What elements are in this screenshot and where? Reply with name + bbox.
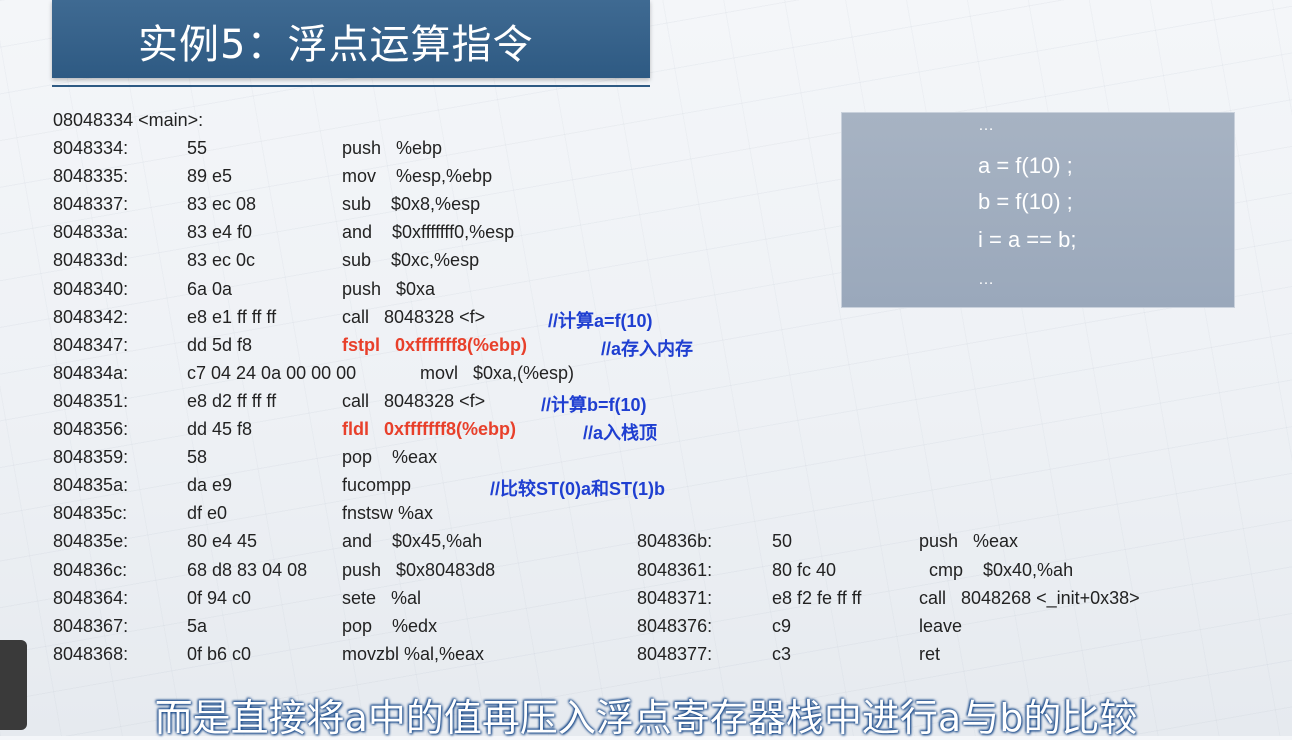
code-bytes: e8 d2 ff ff ff xyxy=(187,390,277,411)
code-address: 804835e: xyxy=(53,531,129,552)
code-bytes: 68 d8 83 04 08 xyxy=(187,559,308,580)
code-instruction: mov %esp,%ebp xyxy=(342,166,493,187)
code-bytes: dd 5d f8 xyxy=(187,334,253,355)
code-instruction: push $0xa xyxy=(342,278,436,299)
code-instruction: fstpl 0xfffffff8(%ebp) xyxy=(342,334,527,355)
code-instruction: ret xyxy=(919,643,941,664)
slide-title: 实例5：浮点运算指令 xyxy=(138,22,534,68)
code-address: 8048368: xyxy=(53,643,129,664)
code-bytes: 58 xyxy=(187,447,208,468)
code-bytes: 50 xyxy=(772,531,793,552)
code-bytes: c7 04 24 0a 00 00 00 xyxy=(187,362,357,383)
code-instruction: sub $0x8,%esp xyxy=(342,194,481,215)
code-address: 804835c: xyxy=(53,503,128,524)
c-source-box: … a = f(10) ; b = f(10) ; i = a == b; … xyxy=(841,112,1235,308)
code-address: 804833d: xyxy=(53,250,129,271)
code-instruction: call 8048328 <f> xyxy=(342,306,486,327)
code-instruction: fnstsw %ax xyxy=(342,503,434,524)
code-bytes: 80 e4 45 xyxy=(187,531,258,552)
code-bytes: 55 xyxy=(187,138,208,158)
code-instruction: sub $0xc,%esp xyxy=(342,250,480,271)
code-instruction: leave xyxy=(919,615,963,636)
ellipsis-line: … xyxy=(978,117,994,134)
code-bytes: c9 xyxy=(772,615,792,636)
code-address: 8048377: xyxy=(637,643,713,664)
code-instruction: push $0x80483d8 xyxy=(342,559,496,580)
code-address: 804835a: xyxy=(53,475,129,496)
code-address: 8048361: xyxy=(637,559,713,580)
code-address: 8048351: xyxy=(53,390,129,411)
source-line: i = a == b; xyxy=(978,227,1077,252)
code-bytes: 89 e5 xyxy=(187,166,233,187)
code-address: 8048364: xyxy=(53,587,129,608)
code-instruction: sete %al xyxy=(342,587,422,608)
code-address: 8048335: xyxy=(53,166,129,187)
code-instruction: pop %edx xyxy=(342,615,438,636)
code-address: 8048347: xyxy=(53,334,129,355)
video-subtitle: 而是直接将a中的值再压入浮点寄存器栈中进行a与b的比较 xyxy=(154,696,1138,740)
code-instruction: and $0xfffffff0,%esp xyxy=(342,222,515,243)
code-bytes: 0f b6 c0 xyxy=(187,643,252,664)
code-comment: //计算a=f(10) xyxy=(548,310,653,331)
title-bar: 实例5：浮点运算指令 xyxy=(52,0,650,78)
code-bytes: e8 e1 ff ff ff xyxy=(187,306,277,327)
code-instruction: push %ebp xyxy=(342,138,443,158)
code-address: 8048356: xyxy=(53,419,129,439)
code-instruction: fucompp xyxy=(342,475,412,496)
code-bytes: c3 xyxy=(772,643,792,664)
code-instruction: call 8048328 <f> xyxy=(342,390,486,411)
code-bytes: 83 ec 0c xyxy=(187,250,256,271)
code-instruction: fldl 0xfffffff8(%ebp) xyxy=(342,419,516,439)
code-address: 8048359: xyxy=(53,447,129,468)
code-address: 8048367: xyxy=(53,615,129,636)
code-comment: //计算b=f(10) xyxy=(541,394,647,415)
code-bytes: df e0 xyxy=(187,503,228,524)
code-comment: //a入栈顶 xyxy=(583,423,658,443)
code-instruction: pop %eax xyxy=(342,447,438,468)
code-instruction: and $0x45,%ah xyxy=(342,531,483,552)
code-comment: //比较ST(0)a和ST(1)b xyxy=(490,479,666,500)
code-address: 804833a: xyxy=(53,222,129,243)
code-instruction: cmp $0x40,%ah xyxy=(929,559,1074,580)
code-address: 804836b: xyxy=(637,531,713,552)
code-instruction: movl $0xa,(%esp) xyxy=(420,362,575,383)
code-bytes: 6a 0a xyxy=(187,278,233,299)
code-bytes: 5a xyxy=(187,615,208,636)
code-bytes: da e9 xyxy=(187,475,233,496)
header-line: 08048334 <main>: xyxy=(53,110,204,130)
code-address: 8048340: xyxy=(53,278,129,299)
code-address: 804834a: xyxy=(53,362,129,383)
code-bytes: 83 ec 08 xyxy=(187,194,257,215)
code-bytes: e8 f2 fe ff ff xyxy=(772,587,862,608)
code-address: 8048371: xyxy=(637,587,713,608)
code-instruction: push %eax xyxy=(919,531,1019,552)
code-address: 8048342: xyxy=(53,306,129,327)
code-bytes: 83 e4 f0 xyxy=(187,222,253,243)
code-address: 8048337: xyxy=(53,194,129,215)
code-address: 8048334: xyxy=(53,138,129,158)
ellipsis-line: … xyxy=(978,271,994,288)
title-underline xyxy=(52,85,650,87)
code-instruction: movzbl %al,%eax xyxy=(342,643,485,664)
code-bytes: 80 fc 40 xyxy=(772,559,837,580)
source-line: b = f(10) ; xyxy=(978,189,1073,214)
code-address: 804836c: xyxy=(53,559,128,580)
code-address: 8048376: xyxy=(637,615,713,636)
code-instruction: call 8048268 <_init+0x38> xyxy=(919,587,1140,608)
code-bytes: dd 45 f8 xyxy=(187,419,253,439)
source-line: a = f(10) ; xyxy=(978,153,1073,178)
code-bytes: 0f 94 c0 xyxy=(187,587,252,608)
code-comment: //a存入内存 xyxy=(601,338,694,359)
